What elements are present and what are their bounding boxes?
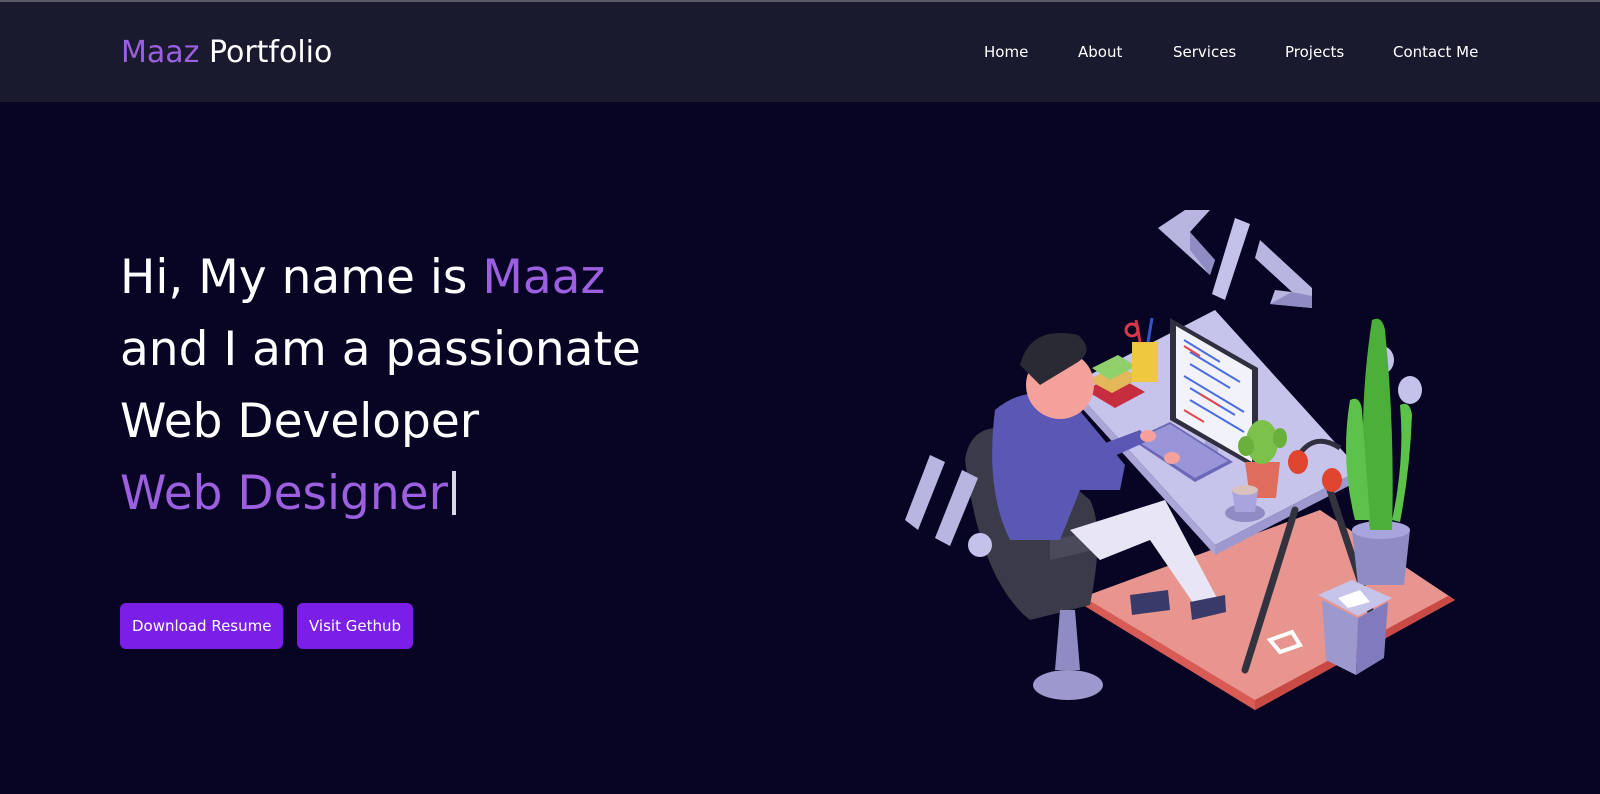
brand-name-accent: Maaz [121,35,200,70]
typing-caret [451,471,456,515]
visit-github-button[interactable]: Visit Gethub [297,603,413,649]
navbar: Maaz Portfolio Home About Services Proje… [0,2,1600,102]
hero-typed-line: Web Designer [120,458,641,530]
hero-name: Maaz [482,250,606,305]
code-tag-icon [1158,210,1312,308]
download-resume-button[interactable]: Download Resume [120,603,284,649]
hero-line-role: Web Developer [120,394,480,449]
trash-bin [1318,580,1392,675]
nav-services[interactable]: Services [1173,42,1236,62]
hero-line-greeting: Hi, My name is Maaz [120,242,641,314]
typed-role-text: Web Designer [120,466,448,521]
potted-plant [1346,318,1422,585]
brand-name-rest: Portfolio [199,35,333,70]
hero-line-passion: and I am a passionate [120,322,641,377]
developer-desk-illustration [905,210,1455,710]
hero-greeting-text: Hi, My name is [120,250,483,305]
nav-home[interactable]: Home [984,42,1028,62]
nav-projects[interactable]: Projects [1285,42,1344,62]
nav-contact-me[interactable]: Contact Me [1393,42,1478,62]
hero-intro: Hi, My name is Maaz and I am a passionat… [120,242,641,530]
nav-about[interactable]: About [1078,42,1122,62]
brand-logo[interactable]: Maaz Portfolio [121,33,332,73]
